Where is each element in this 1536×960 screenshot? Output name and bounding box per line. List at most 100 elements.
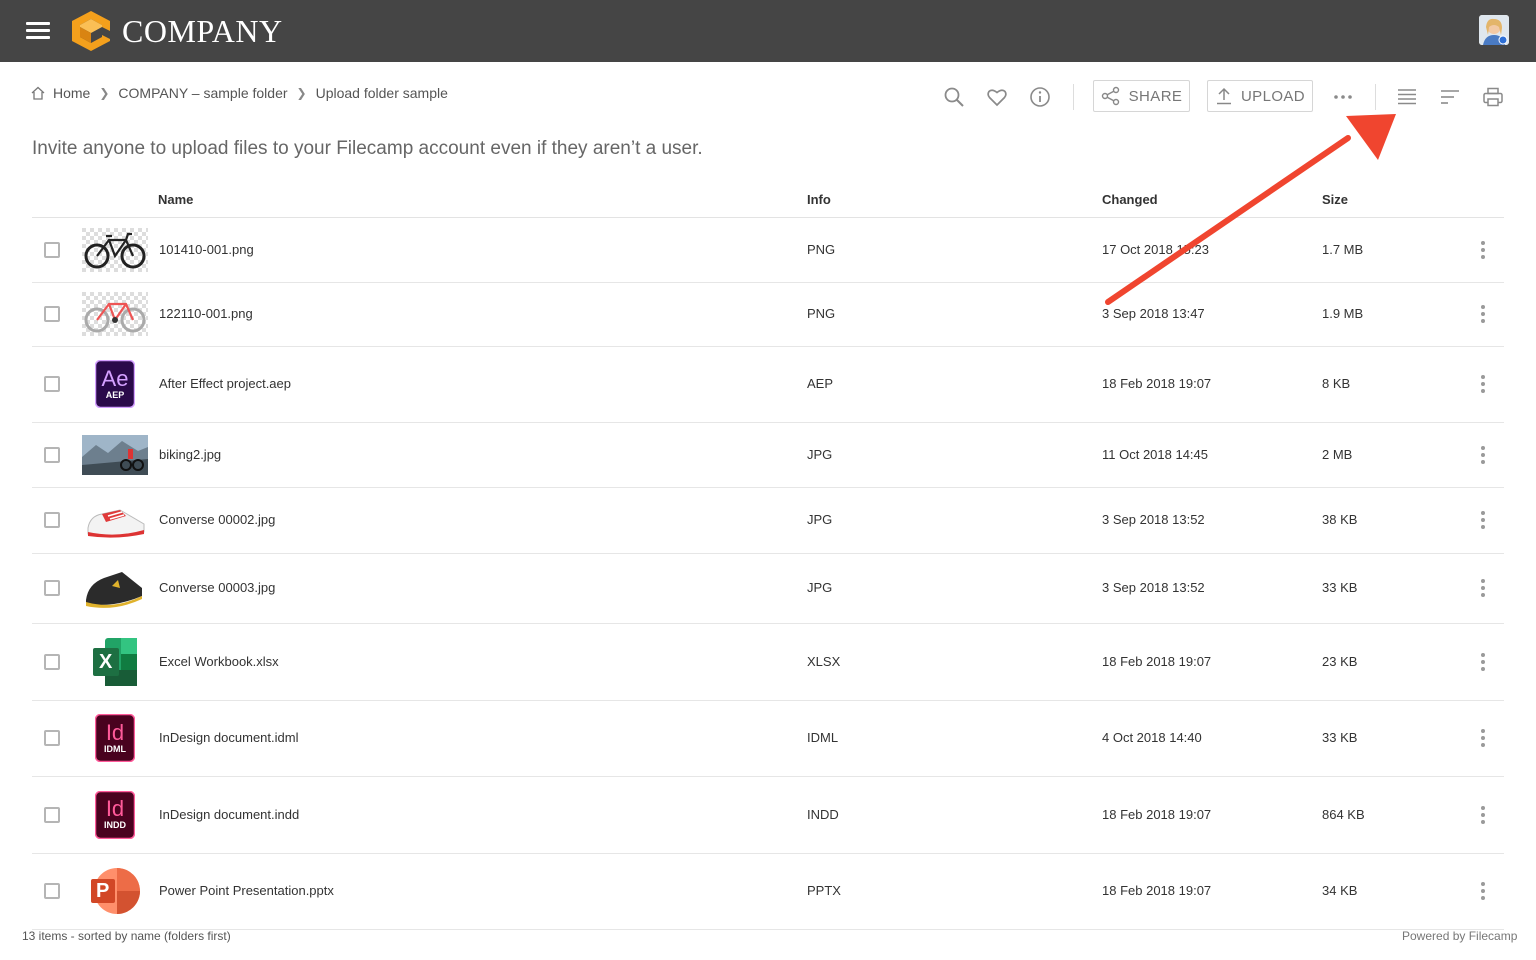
file-badge-sub: IDML [104,743,126,754]
file-badge-sub: AEP [105,389,125,400]
row-checkbox[interactable] [44,883,60,899]
file-thumbnail[interactable]: P [82,857,148,925]
table-row[interactable]: P Power Point Presentation.pptx PPTX 18 Feb… [32,853,1504,930]
file-thumbnail[interactable]: Ae AEP [82,350,148,418]
file-info: JPG [807,446,833,462]
file-thumbnail[interactable] [82,491,148,549]
row-checkbox[interactable] [44,653,60,670]
file-changed-date: 3 Sep 2018 13:47 [1102,306,1205,321]
file-info: PNG [807,306,836,321]
row-checkbox[interactable] [44,730,60,746]
file-changed-date: 4 Oct 2018 14:40 [1102,730,1202,745]
hamburger-menu-icon[interactable] [26,22,50,40]
table-row[interactable]: Id IDML InDesign document.idml IDML 4 Oct 20… [32,700,1504,777]
table-row[interactable]: 101410-001.png PNG 17 Oct 2018 15:23 1.7 MB [32,218,1504,283]
file-thumbnail[interactable] [82,426,148,483]
file-name[interactable]: InDesign document.idml [159,730,298,745]
file-badge-main: Id [105,796,125,821]
file-thumbnail[interactable]: Id IDML [82,704,148,772]
file-badge-main: Ae [101,365,129,391]
row-more-icon[interactable] [1479,805,1487,824]
file-size: 33 KB [1322,580,1358,595]
row-more-icon[interactable] [1479,882,1487,900]
column-header-size[interactable]: Size [1322,192,1348,207]
row-checkbox[interactable] [44,806,60,823]
row-checkbox[interactable] [44,376,60,392]
file-info: AEP [807,376,834,391]
row-more-icon[interactable] [1479,511,1487,529]
column-header-info[interactable]: Info [807,192,831,207]
file-info: PPTX [807,883,841,898]
table-row[interactable]: X Excel Workbook.xlsx XLSX 18 Feb 2018 19:0… [32,623,1504,701]
row-more-icon[interactable] [1479,445,1487,464]
file-changed-date: 18 Feb 2018 19:07 [1102,653,1212,669]
file-name[interactable]: 101410-001.png [159,242,254,257]
file-name[interactable]: Power Point Presentation.pptx [159,883,334,898]
file-changed-date: 3 Sep 2018 13:52 [1102,580,1205,595]
column-header-changed[interactable]: Changed [1102,192,1158,207]
column-header-name[interactable]: Name [158,192,193,207]
row-checkbox[interactable] [44,446,60,463]
company-logo-icon[interactable] [70,9,112,53]
file-thumbnail[interactable]: Id INDD [82,780,148,849]
file-size: 23 KB [1322,653,1358,669]
upload-icon [1216,87,1231,105]
info-icon[interactable] [1029,86,1051,108]
file-thumbnail[interactable] [82,286,148,342]
top-bar: COMPANY [0,0,1536,62]
footer-powered-by[interactable]: Powered by Filecamp [1402,929,1517,943]
file-info: PNG [807,242,836,257]
file-badge-main: P [96,880,110,902]
table-header: Name Info Changed Size [32,189,1504,218]
table-row[interactable]: Id INDD InDesign document.indd INDD 18 Feb 2… [32,776,1504,854]
table-row[interactable]: Converse 00002.jpg JPG 3 Sep 2018 13:52 38 … [32,487,1504,554]
row-checkbox[interactable] [44,306,60,322]
file-changed-date: 17 Oct 2018 15:23 [1102,242,1209,257]
table-row[interactable]: Converse 00003.jpg JPG 3 Sep 2018 13:52 33 … [32,553,1504,624]
table-row[interactable]: Ae AEP After Effect project.aep AEP 18 Feb 2… [32,346,1504,423]
user-avatar[interactable] [1479,15,1509,45]
file-name[interactable]: InDesign document.indd [159,807,299,822]
file-size: 1.7 MB [1322,242,1364,257]
file-info: XLSX [807,653,841,669]
sort-icon[interactable] [1439,86,1461,108]
share-icon [1101,86,1119,106]
heart-icon[interactable] [986,86,1008,108]
row-more-icon[interactable] [1479,729,1487,747]
row-more-icon[interactable] [1479,375,1487,393]
row-more-icon[interactable] [1479,579,1487,597]
file-info: IDML [807,730,839,745]
row-checkbox[interactable] [44,580,60,596]
file-thumbnail[interactable] [82,222,148,278]
file-name[interactable]: Converse 00002.jpg [159,512,275,527]
list-view-icon[interactable] [1396,86,1418,108]
file-name[interactable]: biking2.jpg [159,447,221,462]
file-changed-date: 3 Sep 2018 13:52 [1102,512,1205,527]
footer-status: 13 items - sorted by name (folders first… [22,929,231,943]
more-options-icon[interactable] [1332,86,1354,108]
row-more-icon[interactable] [1479,241,1487,259]
file-size: 8 KB [1322,376,1351,391]
toolbar: SHARE UPLOAD [0,80,1536,114]
file-thumbnail[interactable]: X [82,627,148,696]
file-thumbnail[interactable] [82,557,148,619]
row-more-icon[interactable] [1479,305,1487,323]
file-changed-date: 18 Feb 2018 19:07 [1102,806,1212,822]
row-checkbox[interactable] [44,242,60,258]
file-info: JPG [807,512,833,527]
file-badge-sub: INDD [104,820,126,830]
print-icon[interactable] [1482,86,1504,108]
table-row[interactable]: biking2.jpg JPG 11 Oct 2018 14:45 2 MB [32,422,1504,488]
file-name[interactable]: Excel Workbook.xlsx [159,654,279,669]
search-icon[interactable] [943,86,965,108]
file-name[interactable]: 122110-001.png [159,306,253,321]
file-name[interactable]: Converse 00003.jpg [159,580,275,595]
file-info: INDD [807,806,839,822]
row-more-icon[interactable] [1479,652,1487,671]
share-button[interactable]: SHARE [1093,80,1190,112]
table-row[interactable]: 122110-001.png PNG 3 Sep 2018 13:47 1.9 MB [32,282,1504,347]
file-name[interactable]: After Effect project.aep [159,376,291,391]
row-checkbox[interactable] [44,512,60,528]
upload-button[interactable]: UPLOAD [1207,80,1313,112]
file-size: 33 KB [1322,730,1358,745]
